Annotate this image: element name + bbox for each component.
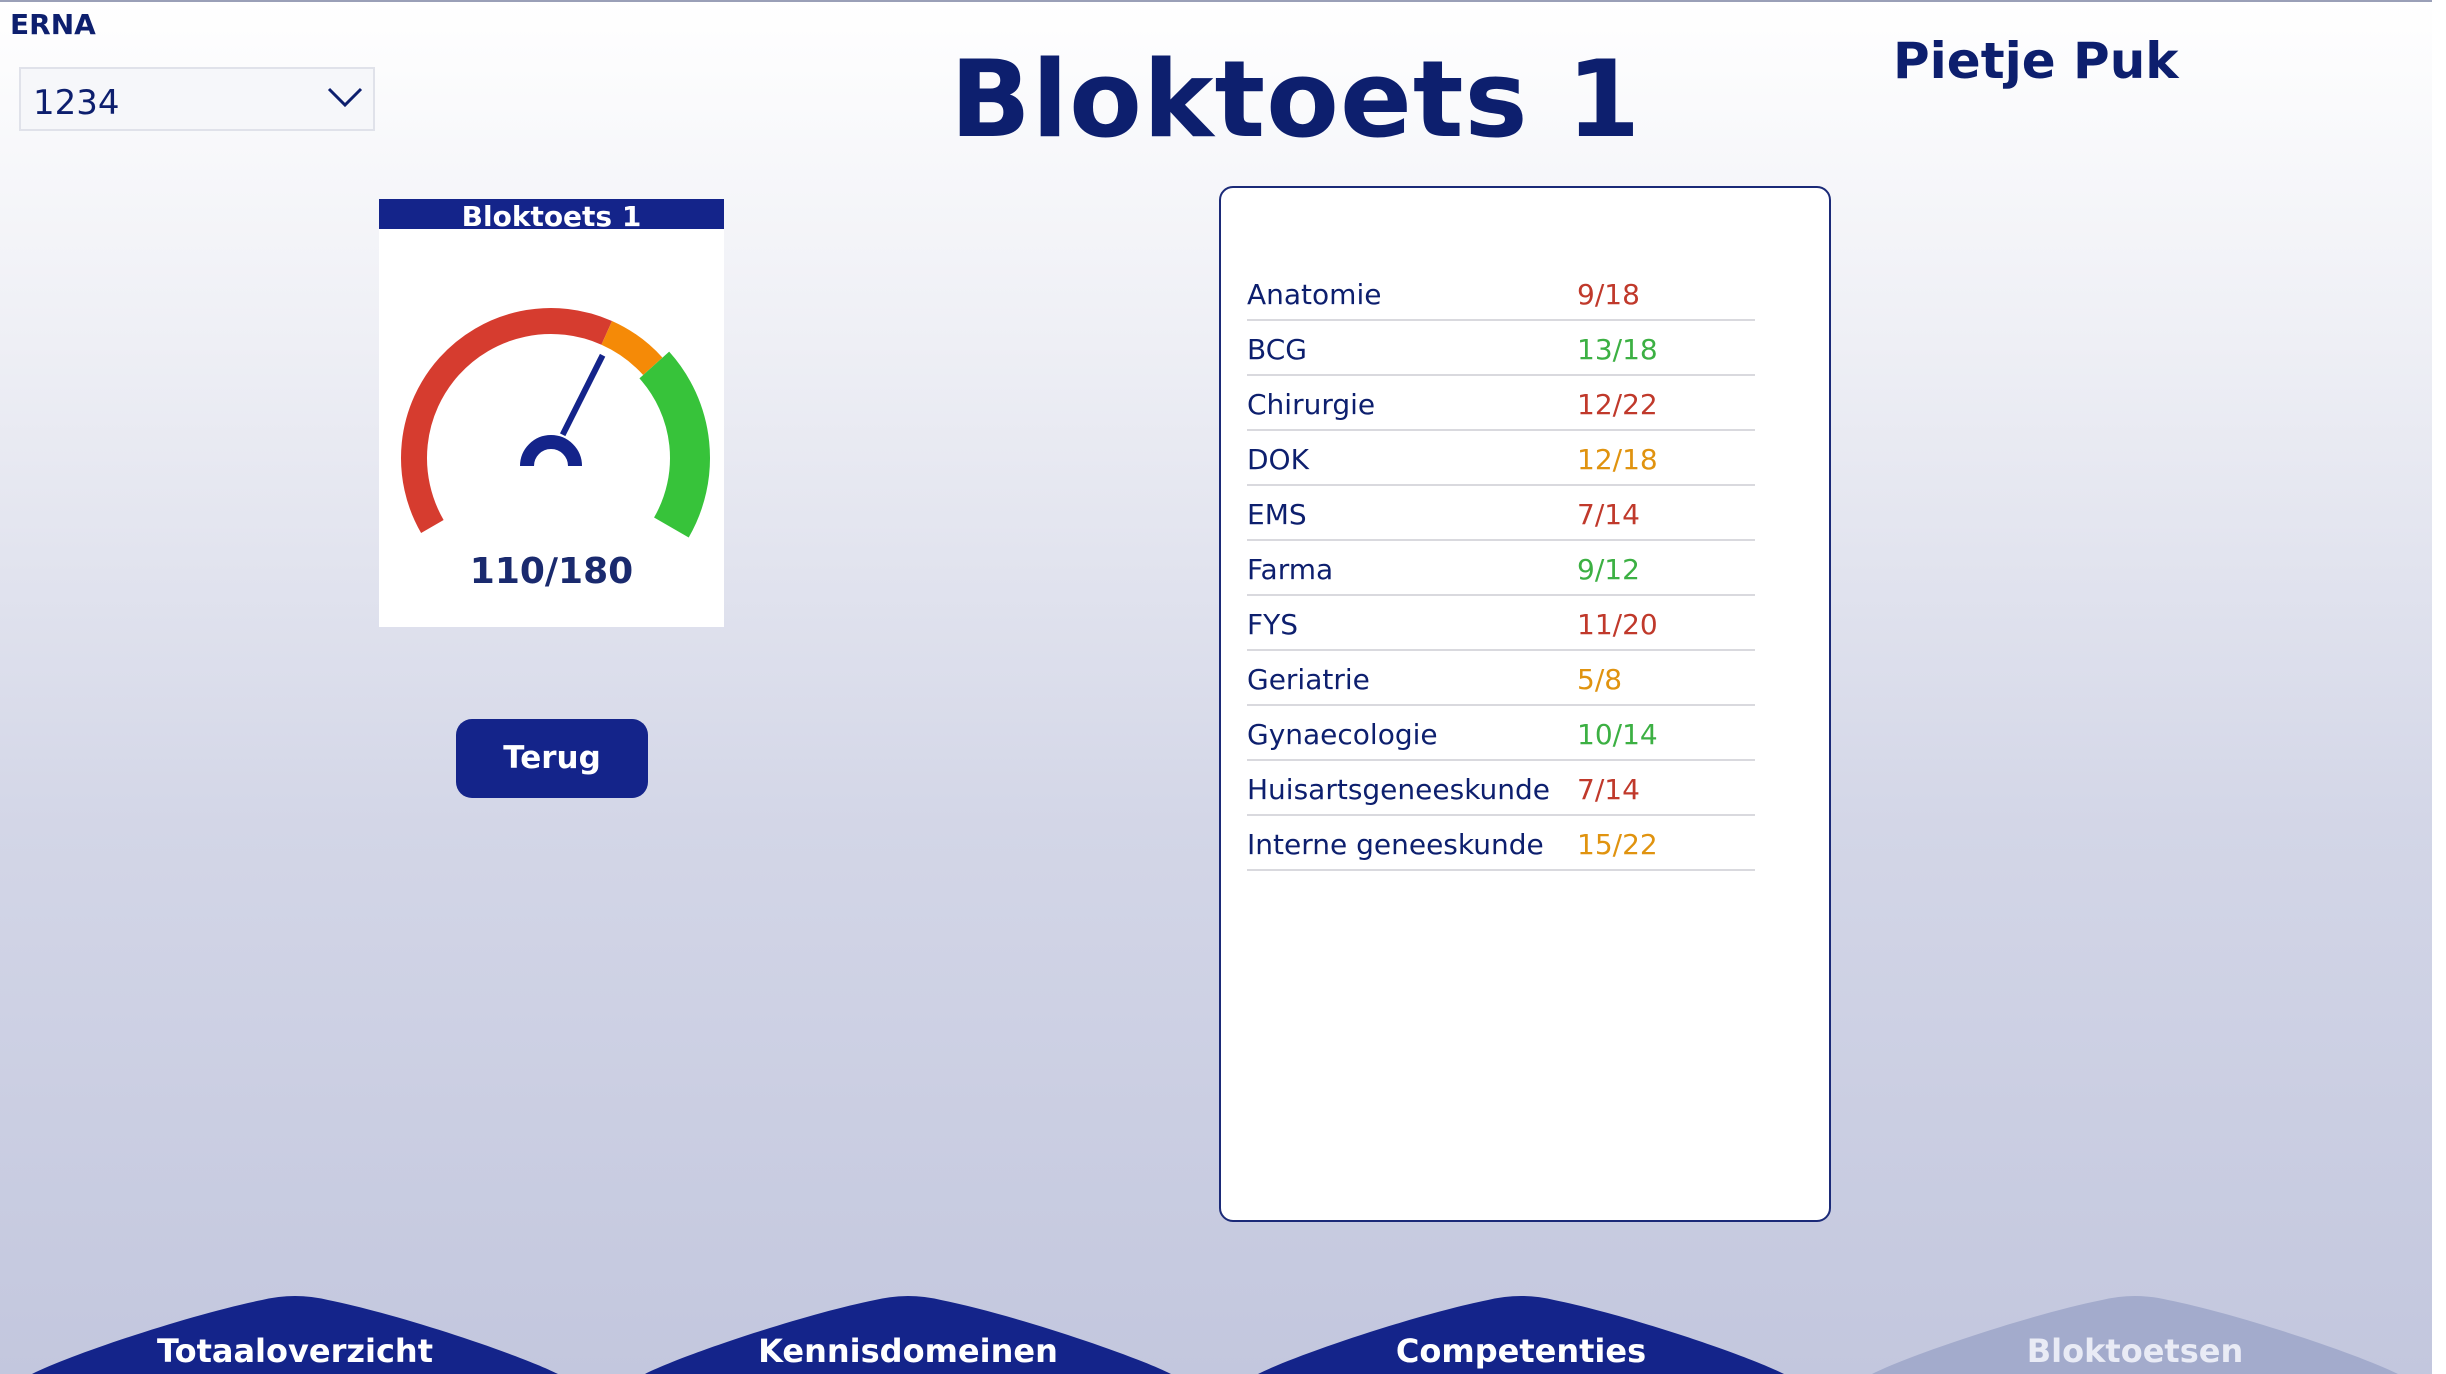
gauge-band-1 bbox=[601, 320, 663, 376]
result-subject: Farma bbox=[1247, 553, 1334, 586]
result-subject: Gynaecologie bbox=[1247, 718, 1438, 751]
result-subject: Anatomie bbox=[1247, 278, 1382, 311]
result-score: 9/12 bbox=[1577, 553, 1640, 586]
right-edge bbox=[2432, 0, 2446, 1374]
score-gauge bbox=[401, 308, 710, 538]
result-row: Gynaecologie 10/14 bbox=[1247, 706, 1755, 761]
result-score: 7/14 bbox=[1577, 498, 1640, 531]
result-row: EMS 7/14 bbox=[1247, 486, 1755, 541]
nav-tab-label: Bloktoetsen bbox=[2026, 1332, 2244, 1370]
dropdown-value: 1234 bbox=[33, 83, 120, 123]
nav-tab-bloktoetsen[interactable]: Bloktoetsen bbox=[1872, 1292, 2398, 1374]
back-button[interactable]: Terug bbox=[456, 719, 648, 798]
nav-tab-totaaloverzicht[interactable]: Totaaloverzicht bbox=[32, 1292, 558, 1374]
page-title: Bloktoets 1 bbox=[950, 38, 1642, 161]
result-row: Chirurgie 12/22 bbox=[1247, 376, 1755, 431]
gauge-band-0 bbox=[401, 308, 612, 533]
student-dropdown[interactable]: 1234 bbox=[19, 67, 375, 131]
result-subject: BCG bbox=[1247, 333, 1307, 366]
nav-tab-label: Totaaloverzicht bbox=[157, 1332, 433, 1370]
result-row: Farma 9/12 bbox=[1247, 541, 1755, 596]
result-row: FYS 11/20 bbox=[1247, 596, 1755, 651]
result-score: 7/14 bbox=[1577, 773, 1640, 806]
gauge-band-2 bbox=[639, 351, 710, 538]
result-row: DOK 12/18 bbox=[1247, 431, 1755, 486]
result-subject: Interne geneeskunde bbox=[1247, 828, 1544, 861]
result-score: 9/18 bbox=[1577, 278, 1640, 311]
top-border bbox=[0, 0, 2446, 2]
chevron-down-icon bbox=[327, 87, 363, 108]
gauge-needle bbox=[559, 353, 606, 437]
results-panel: Anatomie 9/18 BCG 13/18 Chirurgie 12/22 DOK 12/… bbox=[1219, 186, 1831, 1222]
results-list: Anatomie 9/18 BCG 13/18 Chirurgie 12/22 DOK 12/… bbox=[1247, 266, 1755, 871]
result-subject: EMS bbox=[1247, 498, 1307, 531]
nav-tab-label: Kennisdomeinen bbox=[758, 1332, 1058, 1370]
gauge-title: Bloktoets 1 bbox=[379, 199, 724, 229]
result-row: Geriatrie 5/8 bbox=[1247, 651, 1755, 706]
gauge-score: 110/180 bbox=[469, 551, 634, 592]
result-row: Huisartsgeneeskunde 7/14 bbox=[1247, 761, 1755, 816]
filter-label: ERNA bbox=[10, 8, 96, 41]
result-row: BCG 13/18 bbox=[1247, 321, 1755, 376]
result-score: 13/18 bbox=[1577, 333, 1658, 366]
result-score: 12/18 bbox=[1577, 443, 1658, 476]
nav-tab-label: Competenties bbox=[1395, 1332, 1647, 1370]
gauge-card: Bloktoets 1 110/180 bbox=[379, 199, 724, 627]
result-subject: Chirurgie bbox=[1247, 388, 1376, 421]
result-score: 12/22 bbox=[1577, 388, 1658, 421]
result-subject: FYS bbox=[1247, 608, 1298, 641]
result-score: 15/22 bbox=[1577, 828, 1658, 861]
result-subject: Huisartsgeneeskunde bbox=[1247, 773, 1551, 806]
result-row: Anatomie 9/18 bbox=[1247, 266, 1755, 321]
user-name: Pietje Puk bbox=[1893, 32, 2179, 90]
nav-tab-competenties[interactable]: Competenties bbox=[1258, 1292, 1784, 1374]
result-score: 5/8 bbox=[1577, 663, 1623, 696]
result-score: 10/14 bbox=[1577, 718, 1658, 751]
gauge-hub bbox=[520, 435, 582, 467]
result-subject: Geriatrie bbox=[1247, 663, 1370, 696]
result-subject: DOK bbox=[1247, 443, 1309, 476]
result-row: Interne geneeskunde 15/22 bbox=[1247, 816, 1755, 871]
nav-tab-kennisdomeinen[interactable]: Kennisdomeinen bbox=[645, 1292, 1171, 1374]
result-score: 11/20 bbox=[1577, 608, 1658, 641]
